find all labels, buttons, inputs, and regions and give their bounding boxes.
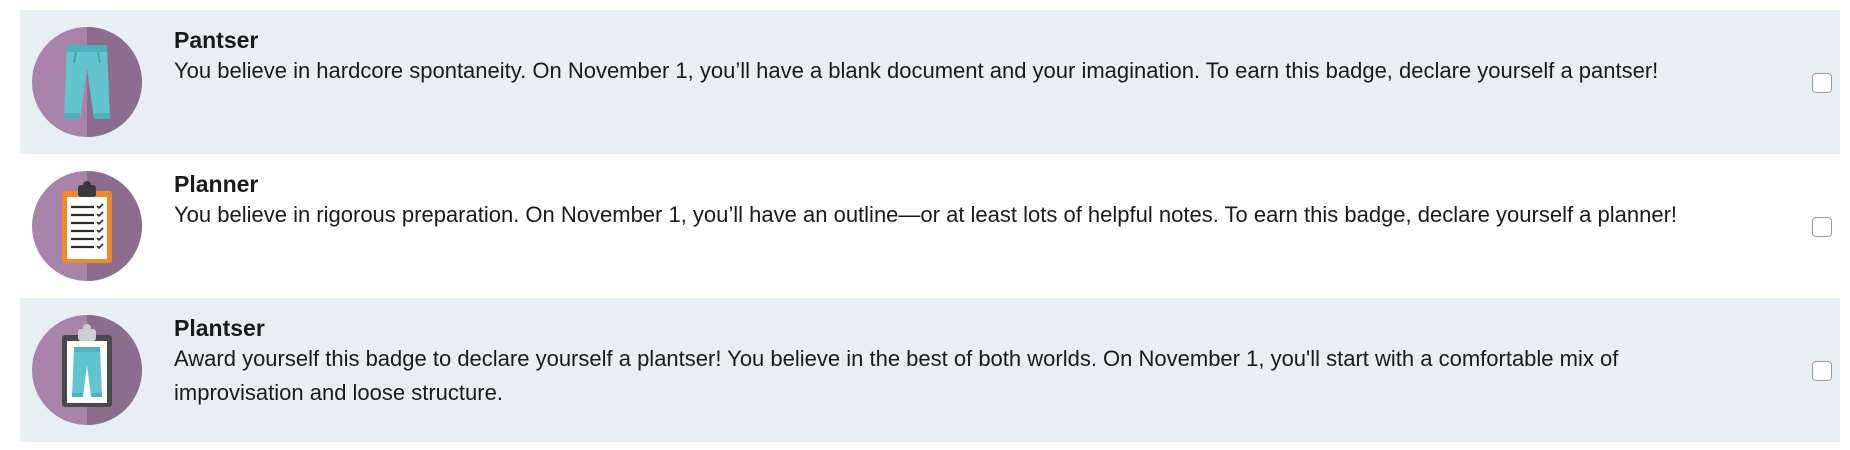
badge-description: Award yourself this badge to declare you… — [174, 346, 1619, 405]
badge-text: Planner You believe in rigorous preparat… — [174, 170, 1734, 232]
pants-icon — [32, 27, 142, 137]
plantser-checkbox[interactable] — [1812, 361, 1832, 381]
badge-row-planner: Planner You believe in rigorous preparat… — [20, 154, 1840, 298]
badge-title: Plantser — [174, 315, 265, 341]
badge-list: Pantser You believe in hardcore spontane… — [20, 10, 1840, 442]
planner-checkbox[interactable] — [1812, 217, 1832, 237]
badge-description: You believe in hardcore spontaneity. On … — [174, 58, 1659, 83]
badge-row-pantser: Pantser You believe in hardcore spontane… — [20, 10, 1840, 154]
badge-text: Plantser Award yourself this badge to de… — [174, 314, 1734, 410]
badge-description: You believe in rigorous preparation. On … — [174, 202, 1678, 227]
badge-text: Pantser You believe in hardcore spontane… — [174, 26, 1734, 88]
clipboard-checklist-icon — [32, 171, 142, 281]
badge-title: Planner — [174, 171, 259, 197]
pantser-checkbox[interactable] — [1812, 73, 1832, 93]
badge-row-plantser: Plantser Award yourself this badge to de… — [20, 298, 1840, 442]
badge-title: Pantser — [174, 27, 259, 53]
clipboard-pants-icon — [32, 315, 142, 425]
